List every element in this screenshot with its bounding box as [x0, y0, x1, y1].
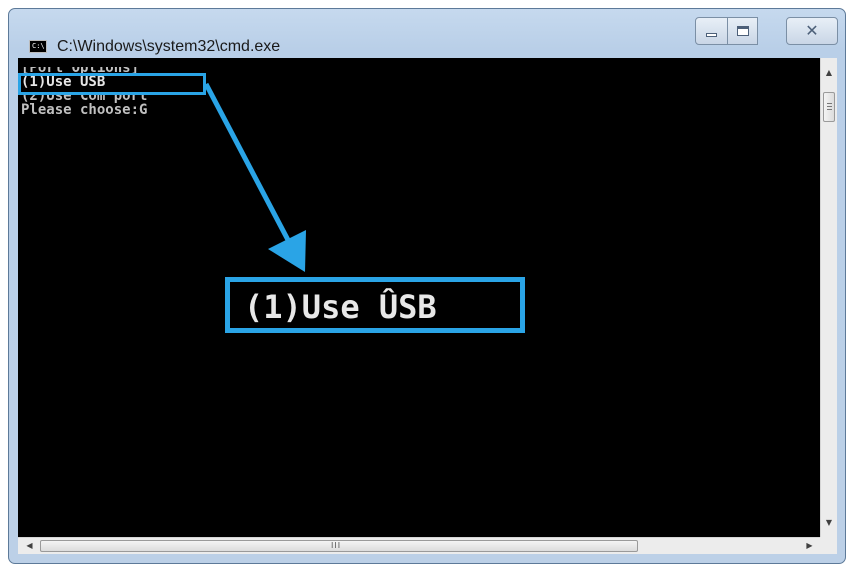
scroll-right-arrow-icon[interactable]: ▶: [801, 538, 818, 554]
title-bar[interactable]: C:\ C:\Windows\system32\cmd.exe ✕: [9, 9, 845, 65]
horizontal-scrollbar[interactable]: ◀ III ▶: [18, 537, 820, 554]
resize-grip[interactable]: [820, 537, 837, 554]
minimize-icon: [706, 33, 717, 37]
vertical-scrollbar[interactable]: ▲ ▼: [820, 58, 837, 537]
scroll-left-arrow-icon[interactable]: ◀: [21, 538, 38, 554]
callout-text: (1)Use ÛSB: [244, 288, 437, 326]
grip-icon: III: [331, 541, 342, 550]
close-icon: ✕: [805, 21, 819, 40]
window-title: C:\Windows\system32\cmd.exe: [57, 38, 281, 55]
grip-line: [827, 103, 832, 104]
cmd-app-icon[interactable]: C:\: [29, 40, 47, 53]
usb-option-callout: (1)Use ÛSB: [225, 277, 525, 333]
grip-line: [827, 106, 832, 107]
horizontal-scroll-thumb[interactable]: III: [40, 540, 638, 552]
vertical-scroll-thumb[interactable]: [823, 92, 835, 122]
minimize-button[interactable]: [695, 17, 728, 45]
maximize-button[interactable]: [728, 17, 758, 45]
maximize-icon: [736, 26, 749, 36]
close-button[interactable]: ✕: [786, 17, 838, 45]
scroll-up-arrow-icon[interactable]: ▲: [821, 64, 837, 81]
grip-line: [827, 109, 832, 110]
console-output[interactable]: [Port Options] (1)Use USB (2)Use Com por…: [18, 58, 820, 537]
callout-arrow-shaft: [203, 82, 291, 242]
scroll-down-arrow-icon[interactable]: ▼: [821, 514, 837, 531]
